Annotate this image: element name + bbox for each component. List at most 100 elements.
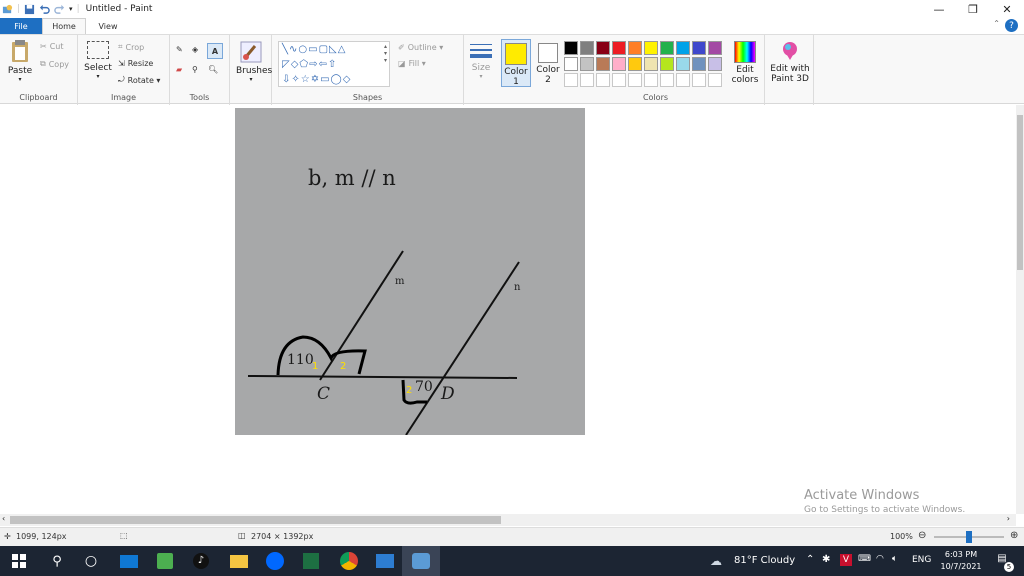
palette-swatch[interactable] [564,73,578,87]
color-picker-icon[interactable]: ⚲ [192,65,198,74]
fill-button[interactable]: ◪ Fill ▾ [398,59,426,68]
file-explorer-icon[interactable] [220,546,258,576]
palette-swatch[interactable] [596,73,610,87]
weather-text[interactable]: 81°F Cloudy [734,555,795,566]
color2-button[interactable]: Color 2 [533,39,563,87]
collapse-ribbon-icon[interactable]: ⌃ [993,19,1000,28]
horizontal-scroll-thumb[interactable] [10,516,501,524]
tiktok-icon[interactable]: ♪ [182,546,220,576]
paste-button[interactable]: Paste ▾ [6,39,34,85]
photos-icon[interactable] [366,546,404,576]
fill-bucket-icon[interactable]: ◈ [192,45,198,54]
shapes-gallery[interactable]: ╲∿○▭▢◺△ ◸◇⬠⇨⇦⇧ ⇩✧☆✡▭◯◇ [278,41,390,87]
color1-button[interactable]: Color 1 [501,39,531,87]
palette-swatch[interactable] [708,41,722,55]
selection-size-icon: ⬚ [120,531,128,540]
scroll-left-icon[interactable]: ‹ [2,514,5,523]
select-dropdown-icon[interactable]: ▾ [84,73,112,80]
palette-swatch[interactable] [660,57,674,71]
palette-swatch[interactable] [660,41,674,55]
pencil-icon[interactable]: ✎ [176,45,183,54]
palette-swatch[interactable] [660,73,674,87]
copy-icon: ⧉ [40,59,46,68]
size-button[interactable]: Size ▾ [468,42,494,80]
palette-swatch[interactable] [628,73,642,87]
rotate-button[interactable]: ⤾ Rotate ▾ [118,75,160,85]
vertical-scroll-thumb[interactable] [1017,115,1023,270]
restore-button[interactable]: ❐ [956,0,990,18]
select-button[interactable]: Select ▾ [84,41,112,80]
excel-icon[interactable] [292,546,330,576]
palette-swatch[interactable] [564,41,578,55]
palette-swatch[interactable] [692,73,706,87]
customize-qat-icon[interactable]: ▾ [69,5,73,13]
palette-swatch[interactable] [596,57,610,71]
palette-swatch[interactable] [644,73,658,87]
wifi-icon[interactable]: ◠ [876,554,884,564]
outline-button[interactable]: ✐ Outline ▾ [398,43,443,52]
show-hidden-icons[interactable]: ⌃ [806,554,814,565]
undo-icon[interactable] [39,4,50,15]
zoom-in-icon[interactable]: ⊕ [1010,530,1018,541]
palette-swatch[interactable] [708,73,722,87]
palette-swatch[interactable] [580,57,594,71]
zoom-out-icon[interactable]: ⊖ [918,530,926,541]
tray-v-icon[interactable]: V [840,554,852,566]
scroll-right-icon[interactable]: › [1007,514,1010,523]
paint-taskbar-icon[interactable] [402,546,440,576]
save-icon[interactable] [24,4,35,15]
palette-swatch[interactable] [628,41,642,55]
search-icon[interactable]: ⚲ [38,546,76,576]
text-tool-icon[interactable]: A [207,43,223,59]
app-icon-green[interactable] [146,546,184,576]
mail-app-icon[interactable] [110,546,148,576]
palette-swatch[interactable] [628,57,642,71]
palette-swatch[interactable] [644,57,658,71]
speaker-icon[interactable]: 🔈︎ [892,554,897,564]
task-view-icon[interactable]: ○ [72,546,110,576]
redo-icon[interactable] [54,4,65,15]
help-button[interactable]: ? [1005,19,1018,32]
palette-swatch[interactable] [676,73,690,87]
magnifier-icon[interactable]: 🔍︎ [208,65,218,74]
brushes-dropdown-icon[interactable]: ▾ [236,76,266,83]
tray-app-icon[interactable]: ✱ [822,554,830,565]
crop-button[interactable]: ⌗ Crop [118,42,144,52]
language-indicator[interactable]: ENG [912,555,931,565]
canvas-image[interactable]: b, m // n m n 110 1 2 C 2 70 D [235,108,585,435]
copy-button[interactable]: ⧉ Copy [40,59,69,69]
zalo-icon[interactable] [256,546,294,576]
eraser-icon[interactable]: ▰ [176,65,182,74]
tab-view[interactable]: View [86,18,130,34]
palette-swatch[interactable] [676,57,690,71]
palette-swatch[interactable] [596,41,610,55]
brushes-button[interactable]: Brushes ▾ [236,41,272,83]
palette-swatch[interactable] [692,57,706,71]
palette-swatch[interactable] [644,41,658,55]
paint3d-icon [783,42,797,60]
palette-swatch[interactable] [708,57,722,71]
chrome-icon[interactable] [330,546,368,576]
shapes-scroll-icon[interactable]: ▴ ▾ ▾ [384,43,387,64]
minimize-button[interactable]: — [922,0,956,18]
palette-swatch[interactable] [676,41,690,55]
cut-button[interactable]: ✂ Cut [40,42,64,51]
paste-dropdown-icon[interactable]: ▾ [6,76,34,83]
tab-file[interactable]: File [0,18,42,34]
clock[interactable]: 6:03 PM 10/7/2021 [940,549,982,573]
keyboard-icon[interactable]: ⌨ [858,554,871,564]
palette-swatch[interactable] [612,73,626,87]
edit-with-paint3d-button[interactable]: Edit with Paint 3D [767,39,813,84]
tab-home[interactable]: Home [42,18,86,34]
palette-swatch[interactable] [692,41,706,55]
zoom-slider-thumb[interactable] [966,531,972,543]
start-button[interactable] [0,546,38,576]
palette-swatch[interactable] [612,57,626,71]
close-button[interactable]: ✕ [990,0,1024,18]
palette-swatch[interactable] [564,57,578,71]
edit-colors-button[interactable]: Edit colors [730,39,760,85]
palette-swatch[interactable] [612,41,626,55]
palette-swatch[interactable] [580,41,594,55]
palette-swatch[interactable] [580,73,594,87]
resize-button[interactable]: ⇲ Resize [118,59,153,68]
